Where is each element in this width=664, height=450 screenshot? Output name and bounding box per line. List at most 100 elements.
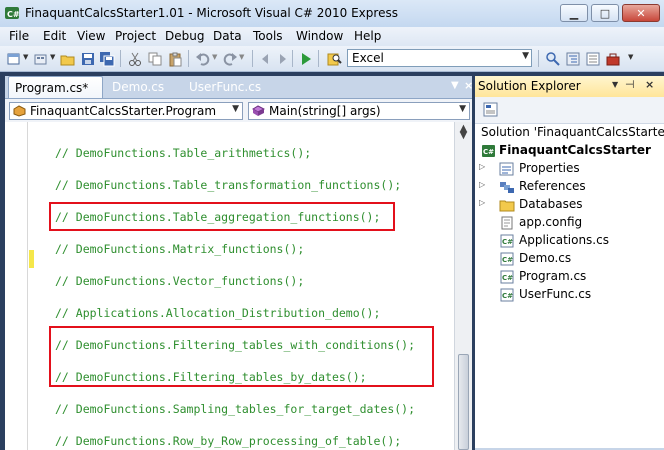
cs-file-icon: C# — [500, 234, 514, 248]
find-in-files-icon[interactable] — [326, 51, 342, 67]
tab-userfunc-cs[interactable]: UserFunc.cs — [183, 76, 273, 98]
types-combo[interactable]: FinaquantCalcsStarter.Program ▼ — [9, 102, 243, 120]
active-files-dropdown-icon[interactable]: ▼ — [451, 80, 459, 91]
svg-text:C#: C# — [7, 10, 20, 19]
navigation-bar: FinaquantCalcsStarter.Program ▼ Main(str… — [5, 98, 472, 122]
tree-item-label: Applications.cs — [519, 233, 609, 247]
toolbar-separator — [318, 50, 319, 67]
tree-item-demo-cs[interactable]: C# Demo.cs — [479, 251, 659, 269]
references-icon — [500, 182, 514, 193]
code-line[interactable]: // DemoFunctions.Table_transformation_fu… — [55, 178, 401, 192]
change-tracking-marker — [29, 250, 34, 268]
solution-explorer-icon[interactable] — [565, 51, 581, 67]
highlight-box — [49, 326, 434, 387]
window-title: FinaquantCalcsStarter1.01 - Microsoft Vi… — [25, 6, 398, 20]
vertical-scrollbar[interactable]: ▲ ▼ — [454, 122, 472, 450]
solution-explorer-header: Solution Explorer ▼ ⊣ × — [475, 76, 664, 98]
csharp-project-icon: C# — [482, 145, 495, 157]
scroll-thumb[interactable] — [458, 354, 469, 450]
tab-program-cs[interactable]: Program.cs* — [8, 76, 103, 98]
code-line[interactable]: // DemoFunctions.Table_arithmetics(); — [55, 146, 311, 160]
toolbar-separator — [292, 50, 293, 67]
auto-hide-pin-icon[interactable]: ⊣ — [625, 78, 635, 91]
tree-item-applications-cs[interactable]: C# Applications.cs — [479, 233, 659, 251]
tree-item-references[interactable]: ▷ References — [479, 179, 659, 197]
menu-edit[interactable]: Edit — [43, 29, 66, 43]
tree-item-label: Program.cs — [519, 269, 587, 283]
chevron-down-icon: ▼ — [522, 51, 529, 61]
code-line[interactable]: // DemoFunctions.Row_by_Row_processing_o… — [55, 434, 401, 448]
tree-item-databases[interactable]: ▷ Databases — [479, 197, 659, 215]
menu-project[interactable]: Project — [115, 29, 156, 43]
copy-icon[interactable] — [147, 51, 163, 67]
new-project-icon[interactable] — [6, 51, 22, 67]
panel-title: Solution Explorer — [478, 79, 581, 93]
save-all-icon[interactable] — [99, 51, 115, 67]
toolbar-overflow-icon[interactable]: ▼ — [628, 53, 633, 61]
add-item-icon[interactable] — [33, 51, 49, 67]
solution-node[interactable]: Solution 'FinaquantCalcsStarter1 — [481, 125, 664, 143]
start-debugging-icon[interactable] — [298, 51, 314, 67]
menu-file[interactable]: File — [9, 29, 29, 43]
menu-view[interactable]: View — [77, 29, 105, 43]
menu-window[interactable]: Window — [296, 29, 343, 43]
solution-configuration-value: Excel — [352, 51, 384, 65]
menu-help[interactable]: Help — [354, 29, 381, 43]
tree-item-userfunc-cs[interactable]: C# UserFunc.cs — [479, 287, 659, 305]
splitter-handle-icon[interactable]: ▲ ▼ — [457, 124, 470, 141]
paste-icon[interactable] — [167, 51, 183, 67]
project-node[interactable]: C# FinaquantCalcsStarter — [479, 143, 662, 161]
menu-debug[interactable]: Debug — [165, 29, 204, 43]
toolbox-icon[interactable] — [605, 51, 621, 67]
tree-item-app-config[interactable]: app.config — [479, 215, 659, 233]
menu-data[interactable]: Data — [213, 29, 242, 43]
code-line[interactable]: // DemoFunctions.Sampling_tables_for_tar… — [55, 402, 415, 416]
close-document-icon[interactable]: × — [464, 79, 473, 92]
add-item-dropdown-icon[interactable]: ▼ — [50, 53, 55, 61]
open-file-icon[interactable] — [60, 51, 76, 67]
properties-window-icon[interactable] — [585, 51, 601, 67]
cut-icon[interactable] — [127, 51, 143, 67]
cs-file-icon: C# — [500, 288, 514, 302]
menu-tools[interactable]: Tools — [253, 29, 283, 43]
code-line[interactable]: // DemoFunctions.Matrix_functions(); — [55, 242, 304, 256]
method-icon — [252, 105, 265, 116]
solution-label: Solution 'FinaquantCalcsStarter1 — [481, 125, 664, 139]
app-icon: C# — [5, 7, 20, 19]
cs-file-icon: C# — [500, 270, 514, 284]
code-line[interactable]: // Applications.Allocation_Distribution_… — [55, 306, 380, 320]
code-line[interactable]: // DemoFunctions.Vector_functions(); — [55, 274, 304, 288]
code-editor[interactable]: // DemoFunctions.Table_arithmetics(); //… — [5, 122, 472, 450]
solution-configuration-combo[interactable]: Excel ▼ — [347, 49, 532, 67]
svg-text:C#: C# — [483, 148, 494, 156]
minimize-button[interactable]: ▁ — [560, 4, 588, 22]
tree-item-properties[interactable]: ▷ Properties — [479, 161, 659, 179]
expand-arrow-icon[interactable]: ▷ — [479, 180, 485, 189]
maximize-button[interactable]: □ — [591, 4, 619, 22]
redo-dropdown-icon[interactable]: ▼ — [239, 53, 244, 61]
expand-arrow-icon[interactable]: ▷ — [479, 162, 485, 171]
cs-file-icon: C# — [500, 252, 514, 266]
indicator-margin[interactable] — [5, 122, 28, 450]
tree-item-program-cs[interactable]: C# Program.cs — [479, 269, 659, 287]
navigate-forward-icon[interactable] — [274, 51, 290, 67]
find-icon[interactable] — [545, 51, 561, 67]
tab-demo-cs[interactable]: Demo.cs — [106, 76, 178, 98]
menu-bar: File Edit View Project Debug Data Tools … — [0, 27, 664, 46]
title-bar: C# FinaquantCalcsStarter1.01 - Microsoft… — [0, 0, 664, 28]
save-icon[interactable] — [80, 51, 96, 67]
close-panel-icon[interactable]: × — [645, 78, 654, 91]
expand-arrow-icon[interactable]: ▷ — [479, 198, 485, 207]
close-button[interactable]: ✕ — [622, 4, 660, 22]
navigate-back-icon[interactable] — [258, 51, 274, 67]
tree-item-label: References — [519, 179, 586, 193]
svg-text:C#: C# — [502, 274, 513, 282]
highlight-box — [49, 202, 395, 231]
undo-dropdown-icon[interactable]: ▼ — [212, 53, 217, 61]
properties-icon[interactable] — [483, 102, 498, 117]
new-project-dropdown-icon[interactable]: ▼ — [23, 53, 28, 61]
members-combo[interactable]: Main(string[] args) ▼ — [248, 102, 470, 120]
undo-icon[interactable] — [195, 51, 211, 67]
redo-icon[interactable] — [222, 51, 238, 67]
window-position-dropdown-icon[interactable]: ▼ — [612, 80, 618, 89]
